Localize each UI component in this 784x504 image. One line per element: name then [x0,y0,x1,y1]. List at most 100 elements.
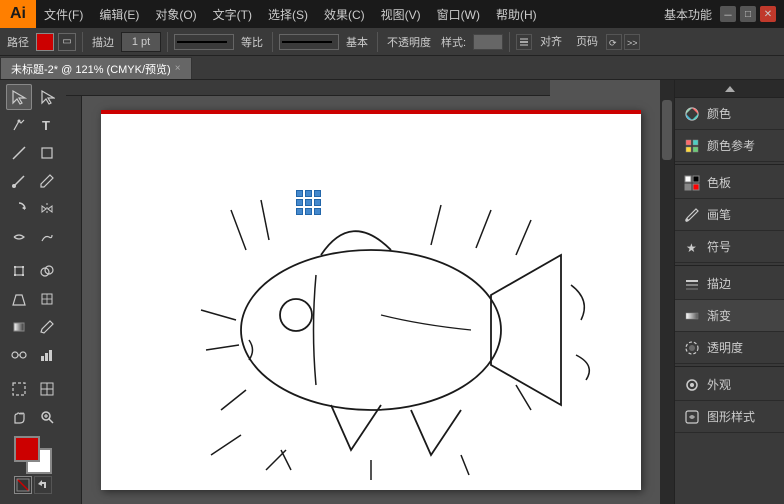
panel-scroll-top[interactable] [675,80,784,98]
select-tool[interactable] [6,84,32,110]
stroke-preview2 [279,34,339,50]
panel-item-color-ref[interactable]: 颜色参考 [675,130,784,162]
window-controls: － □ ✕ [720,6,784,22]
perspective-tool[interactable] [6,286,32,312]
pen-tool[interactable] [6,112,32,138]
stroke-color-btn2[interactable] [23,500,43,504]
maximize-button[interactable]: □ [740,6,756,22]
ruler-top: // Ruler ticks will be drawn below [66,80,550,96]
divider3 [272,32,273,52]
x-color-btn[interactable] [45,500,65,504]
transparency-icon [683,339,701,357]
align-button[interactable]: 对齐 [534,32,568,52]
tool-row-3 [6,140,60,166]
menu-edit[interactable]: 编辑(E) [91,0,147,28]
artboard-tool[interactable] [6,376,32,402]
minimize-button[interactable]: － [720,6,736,22]
rect-tool[interactable] [34,140,60,166]
eyedropper-tool[interactable] [34,314,60,340]
extra-icon[interactable]: >> [624,34,640,50]
menu-select[interactable]: 选择(S) [260,0,316,28]
panel-item-stroke[interactable]: 描边 [675,268,784,300]
blend-tool[interactable] [6,342,32,368]
divider2 [167,32,168,52]
path-label: 路径 [4,34,32,50]
color-icon [683,105,701,123]
right-scrollbar [660,80,674,504]
title-menus: 文件(F) 编辑(E) 对象(O) 文字(T) 选择(S) 效果(C) 视图(V… [36,0,656,28]
gradient-tool[interactable] [6,314,32,340]
type-tool[interactable]: T [34,112,60,138]
grid-cell-4 [296,199,303,206]
rotate-tool[interactable] [6,196,32,222]
width-tool[interactable] [6,224,32,250]
tab-title: 未标题-2* @ 121% (CMYK/预览) [11,61,171,77]
transform-icon[interactable]: ⟳ [606,34,622,50]
panel-item-graphic-style[interactable]: 图形样式 [675,401,784,433]
scrollbar-thumb[interactable] [662,100,672,160]
bar-chart-tool[interactable] [34,342,60,368]
tool-row-9 [6,314,60,340]
tab-close-button[interactable]: × [175,63,181,74]
grid-cell-5 [305,199,312,206]
mirror-tool[interactable] [34,196,60,222]
zoom-tool[interactable] [34,404,60,430]
divider5 [509,32,510,52]
free-transform-tool[interactable] [6,258,32,284]
align-icon[interactable] [516,34,532,50]
style-preview[interactable] [473,34,503,50]
selection-grid [296,190,320,214]
panel-item-symbol[interactable]: ★ 符号 [675,231,784,263]
foreground-color-box[interactable] [14,436,40,462]
fill-color-btn[interactable] [1,500,21,504]
separator-a [675,164,784,165]
line-tool[interactable] [6,140,32,166]
yizhi-button[interactable]: 页码 [570,32,604,52]
stroke-width-input[interactable] [121,32,161,52]
opacity-label: 不透明度 [384,34,434,50]
titlebar: Ai 文件(F) 编辑(E) 对象(O) 文字(T) 选择(S) 效果(C) 视… [0,0,784,28]
warp-tool[interactable] [34,224,60,250]
color-mode-row [14,476,52,494]
menu-file[interactable]: 文件(F) [36,0,91,28]
symbol-icon: ★ [683,238,701,256]
svg-text:⟳: ⟳ [609,38,617,48]
menu-text[interactable]: 文字(T) [205,0,260,28]
grid-cell-7 [296,208,303,215]
panel-item-appearance[interactable]: 外观 [675,369,784,401]
slice-tool[interactable] [34,376,60,402]
ruler-left [66,96,82,504]
menu-help[interactable]: 帮助(H) [488,0,545,28]
hand-tool[interactable] [6,404,32,430]
basic-func-label: 基本功能 [656,6,720,23]
panel-item-brush[interactable]: 画笔 [675,199,784,231]
menu-view[interactable]: 视图(V) [373,0,429,28]
shape-selector[interactable]: ▭ [58,33,76,51]
color-boxes [14,436,52,474]
svg-text:>>: >> [627,38,637,47]
panel-item-gradient[interactable]: 渐变 [675,300,784,332]
swap-colors-btn[interactable] [34,476,52,494]
menu-effect[interactable]: 效果(C) [316,0,373,28]
shape-builder-tool[interactable] [34,258,60,284]
pencil-tool[interactable] [34,168,60,194]
color-ref-label: 颜色参考 [707,137,755,154]
grid-cell-8 [305,208,312,215]
mesh-tool[interactable] [34,286,60,312]
active-tab[interactable]: 未标题-2* @ 121% (CMYK/预览) × [0,57,192,79]
tool-row-6 [6,224,60,250]
direct-select-tool[interactable] [34,84,60,110]
panel-item-swatch[interactable]: 色板 [675,167,784,199]
close-button[interactable]: ✕ [760,6,776,22]
style-label: 样式: [438,34,469,50]
none-color-btn[interactable] [14,476,32,494]
panel-item-color[interactable]: 颜色 [675,98,784,130]
menu-object[interactable]: 对象(O) [147,0,204,28]
panel-item-transparency[interactable]: 透明度 [675,332,784,364]
stroke-color-swatch[interactable] [36,33,54,51]
right-panel: 颜色 颜色参考 色板 画笔 ★ [674,80,784,504]
paintbrush-tool[interactable] [6,168,32,194]
grid-cell-1 [296,190,303,197]
canvas-area[interactable]: // Ruler ticks will be drawn below [66,80,660,504]
menu-window[interactable]: 窗口(W) [429,0,488,28]
